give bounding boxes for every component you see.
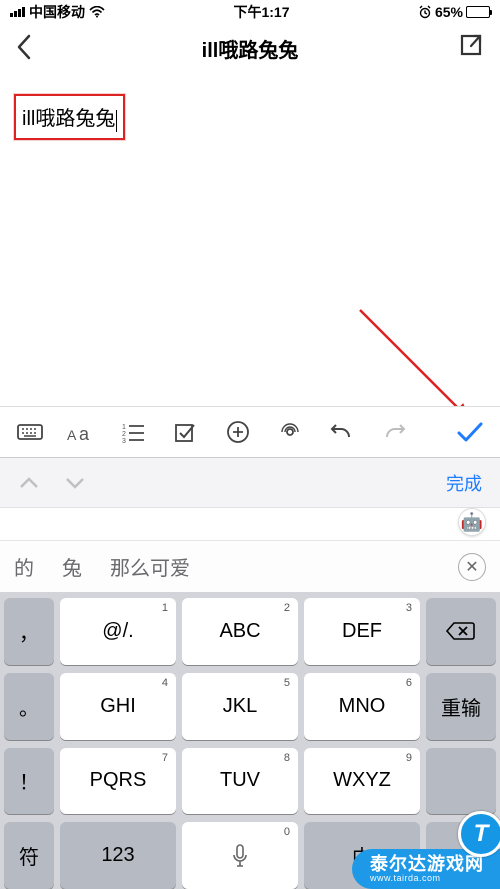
- watermark-logo: T: [458, 811, 500, 857]
- svg-text:2: 2: [122, 431, 126, 438]
- status-time: 下午1:17: [233, 2, 289, 22]
- sticker-button[interactable]: 🤖: [458, 508, 486, 536]
- keyboard-done-button[interactable]: 完成: [446, 470, 482, 496]
- svg-text:1: 1: [122, 424, 126, 431]
- key-numbers[interactable]: 123: [60, 822, 176, 889]
- key-3[interactable]: 3DEF: [304, 598, 420, 665]
- key-symbols[interactable]: 符: [4, 822, 54, 889]
- suggestion-bar: 的 兔 那么可爱 ✕: [0, 540, 500, 592]
- page-title: ill哦路兔兔: [202, 34, 299, 63]
- font-button[interactable]: Aa: [62, 412, 102, 452]
- chevron-up-icon[interactable]: [18, 474, 40, 492]
- back-button[interactable]: [14, 32, 42, 64]
- key-exclaim[interactable]: ！: [4, 748, 54, 815]
- share-button[interactable]: [458, 32, 486, 64]
- list-button[interactable]: 123: [114, 412, 154, 452]
- suggestion-3[interactable]: 那么可爱: [110, 552, 190, 581]
- record-button[interactable]: [270, 412, 310, 452]
- suggestion-1[interactable]: 的: [14, 552, 34, 581]
- text-cursor: [116, 110, 117, 132]
- svg-text:3: 3: [122, 438, 126, 443]
- key-comma[interactable]: ，: [4, 598, 54, 665]
- carrier-label: 中国移动: [29, 2, 85, 22]
- text-highlight: ill哦路兔兔: [14, 94, 125, 140]
- undo-button[interactable]: [322, 412, 362, 452]
- key-clear[interactable]: 重输: [426, 673, 496, 740]
- checklist-button[interactable]: [166, 412, 206, 452]
- confirm-button[interactable]: [450, 412, 490, 452]
- battery-pct: 65%: [435, 4, 463, 20]
- editor-toolbar: Aa 123: [0, 406, 500, 458]
- key-1[interactable]: 1@/.: [60, 598, 176, 665]
- battery-icon: [466, 6, 490, 18]
- clear-suggestion-button[interactable]: ✕: [458, 553, 486, 581]
- key-7[interactable]: 7PQRS: [60, 748, 176, 815]
- svg-text:A: A: [67, 427, 77, 443]
- redo-button[interactable]: [374, 412, 414, 452]
- alarm-icon: [418, 5, 432, 19]
- keyboard-accessory: 完成: [0, 458, 500, 508]
- add-button[interactable]: [218, 412, 258, 452]
- watermark: T 泰尔达游戏网 www.tairda.com: [352, 803, 500, 889]
- editor-text: ill哦路兔兔: [22, 108, 115, 130]
- key-8[interactable]: 8TUV: [182, 748, 298, 815]
- key-2[interactable]: 2ABC: [182, 598, 298, 665]
- wifi-icon: [89, 6, 105, 18]
- nav-bar: ill哦路兔兔: [0, 24, 500, 72]
- suggestion-2[interactable]: 兔: [62, 552, 82, 581]
- key-6[interactable]: 6MNO: [304, 673, 420, 740]
- status-left: 中国移动: [10, 2, 105, 22]
- key-5[interactable]: 5JKL: [182, 673, 298, 740]
- signal-icon: [10, 7, 25, 17]
- key-backspace[interactable]: [426, 598, 496, 665]
- chevron-down-icon[interactable]: [64, 474, 86, 492]
- editor-area[interactable]: ill哦路兔兔: [0, 72, 500, 162]
- key-mic[interactable]: 0: [182, 822, 298, 889]
- svg-text:a: a: [79, 424, 90, 444]
- status-right: 65%: [418, 4, 490, 20]
- key-period[interactable]: 。: [4, 673, 54, 740]
- key-4[interactable]: 4GHI: [60, 673, 176, 740]
- status-bar: 中国移动 下午1:17 65%: [0, 0, 500, 24]
- keyboard-toggle-button[interactable]: [10, 412, 50, 452]
